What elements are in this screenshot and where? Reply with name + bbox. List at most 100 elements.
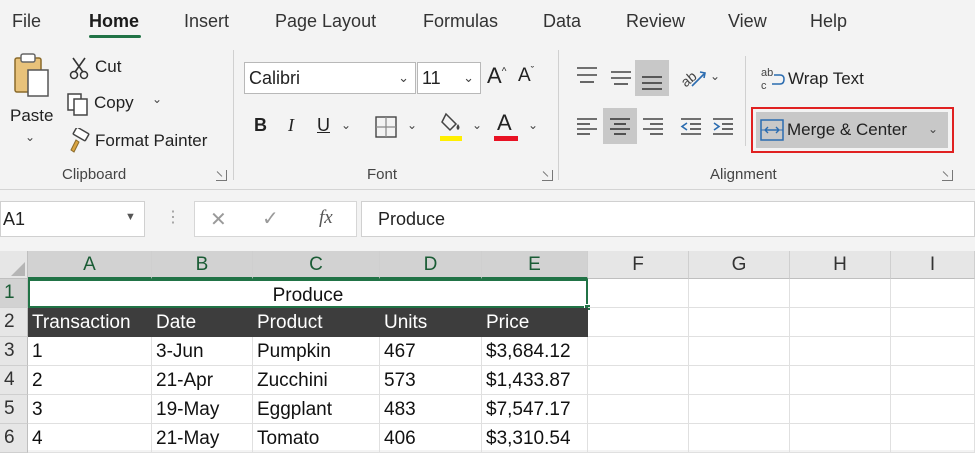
italic-button[interactable]: I [283,112,307,142]
cell[interactable] [588,424,689,453]
cell-units[interactable]: 483 [380,395,482,424]
cancel-icon[interactable]: ✕ [210,207,227,232]
align-right-icon[interactable] [640,114,666,140]
tab-view[interactable]: View [728,11,767,32]
font-color-button[interactable]: A ⌄ [494,110,544,144]
cell-transaction[interactable]: 4 [28,424,152,453]
cell[interactable] [891,366,975,395]
cell[interactable] [689,395,790,424]
cell[interactable] [588,366,689,395]
formula-input[interactable]: Produce [361,201,975,237]
tab-insert[interactable]: Insert [184,11,229,32]
font-name-select[interactable]: Calibri ⌄ [244,62,416,94]
align-top-icon[interactable] [574,64,600,90]
cell-date[interactable]: 3-Jun [152,337,253,366]
cell[interactable] [891,395,975,424]
tab-page-layout[interactable]: Page Layout [275,11,376,32]
cell-units[interactable]: 467 [380,337,482,366]
column-header-e[interactable]: E [482,251,588,279]
enter-check-icon[interactable]: ✓ [262,206,279,231]
cell-units[interactable]: 573 [380,366,482,395]
cell[interactable] [891,337,975,366]
cell[interactable] [790,308,891,337]
cell[interactable] [891,279,975,308]
cell-product[interactable]: Zucchini [253,366,380,395]
column-header-c[interactable]: C [253,251,380,279]
insert-function-button[interactable]: fx [319,207,333,229]
header-cell-date[interactable]: Date [152,308,253,337]
cell-price[interactable]: $3,310.54 [482,424,588,453]
font-launcher-icon[interactable] [542,170,553,181]
increase-font-size-button[interactable]: A^ [487,62,513,92]
tab-review[interactable]: Review [626,11,685,32]
cell-units[interactable]: 406 [380,424,482,453]
row-header-4[interactable]: 4 [0,366,28,395]
cell-product[interactable]: Tomato [253,424,380,453]
tab-data[interactable]: Data [543,11,581,32]
cell-date[interactable]: 21-May [152,424,253,453]
column-header-a[interactable]: A [28,251,152,279]
row-header-1[interactable]: 1 [0,279,28,308]
column-header-h[interactable]: H [790,251,891,279]
cell[interactable] [588,337,689,366]
tab-file[interactable]: File [12,11,41,32]
column-header-d[interactable]: D [380,251,482,279]
align-bottom-button[interactable] [635,60,669,96]
cell-product[interactable]: Pumpkin [253,337,380,366]
column-header-b[interactable]: B [152,251,253,279]
cell-date[interactable]: 19-May [152,395,253,424]
merged-title-cell[interactable]: Produce [28,279,588,308]
header-cell-price[interactable]: Price [482,308,588,337]
header-cell-product[interactable]: Product [253,308,380,337]
cell[interactable] [588,395,689,424]
clipboard-launcher-icon[interactable] [216,170,227,181]
cell-price[interactable]: $7,547.17 [482,395,588,424]
cell[interactable] [790,279,891,308]
wrap-text-button[interactable]: ab c Wrap Text [758,64,888,94]
tab-formulas[interactable]: Formulas [423,11,498,32]
format-painter-button[interactable]: Format Painter [68,128,218,156]
row-header-2[interactable]: 2 [0,308,28,337]
row-header-3[interactable]: 3 [0,337,28,366]
cell[interactable] [689,366,790,395]
cell-price[interactable]: $3,684.12 [482,337,588,366]
column-header-g[interactable]: G [689,251,790,279]
merge-center-button[interactable]: Merge & Center ⌄ [756,112,948,148]
fill-color-button[interactable]: ⌄ [438,110,488,144]
cell[interactable] [790,366,891,395]
align-center-button[interactable] [603,108,637,144]
cell[interactable] [689,279,790,308]
cell-transaction[interactable]: 3 [28,395,152,424]
alignment-launcher-icon[interactable] [942,170,953,181]
cell[interactable] [790,395,891,424]
cell[interactable] [689,337,790,366]
cell-transaction[interactable]: 2 [28,366,152,395]
align-left-icon[interactable] [574,114,600,140]
paste-button[interactable]: Paste ⌄ [6,52,56,152]
underline-button[interactable]: U ⌄ [313,112,361,142]
row-header-5[interactable]: 5 [0,395,28,424]
name-box[interactable]: A1 ▼ [0,201,145,237]
decrease-indent-icon[interactable] [678,114,704,140]
orientation-button[interactable]: ab ⌄ [678,62,724,94]
tab-home[interactable]: Home [89,11,139,32]
select-all-corner[interactable] [0,251,28,279]
font-size-select[interactable]: 11 ⌄ [417,62,481,94]
cell[interactable] [790,424,891,453]
bold-button[interactable]: B [250,112,274,142]
column-header-i[interactable]: I [891,251,975,279]
header-cell-units[interactable]: Units [380,308,482,337]
row-header-6[interactable]: 6 [0,424,28,453]
align-middle-icon[interactable] [608,64,634,90]
tab-help[interactable]: Help [810,11,847,32]
cell-price[interactable]: $1,433.87 [482,366,588,395]
cell[interactable] [891,308,975,337]
decrease-font-size-button[interactable]: Aˇ [518,62,544,92]
cell-transaction[interactable]: 1 [28,337,152,366]
cell[interactable] [588,279,689,308]
cell[interactable] [689,308,790,337]
cell[interactable] [891,424,975,453]
cut-button[interactable]: Cut [68,54,138,82]
cell-date[interactable]: 21-Apr [152,366,253,395]
cell[interactable] [588,308,689,337]
